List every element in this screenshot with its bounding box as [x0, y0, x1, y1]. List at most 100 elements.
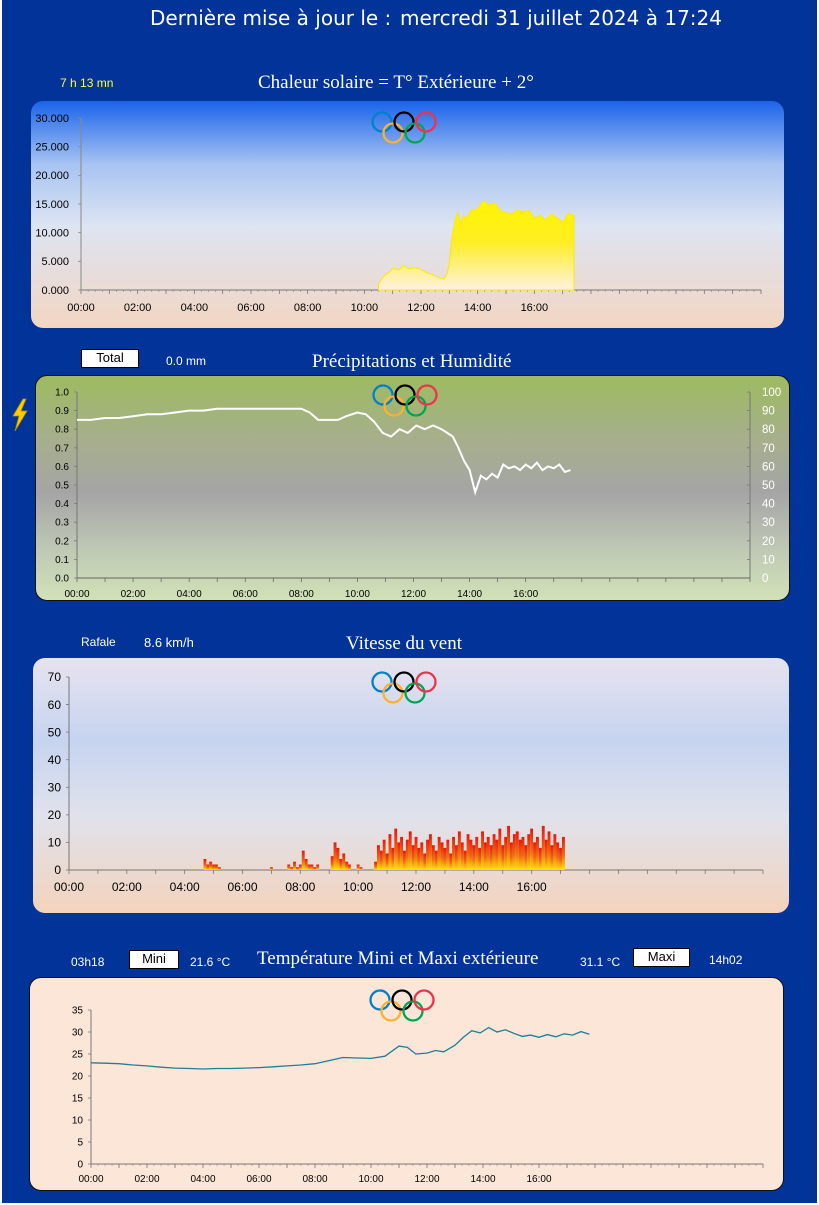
- olympic-ring-red: [413, 989, 435, 1011]
- y-tick-label: 15: [72, 1094, 84, 1105]
- wind-bar: [556, 842, 560, 870]
- solar-area-series: [378, 200, 575, 291]
- wind-bar: [507, 825, 510, 870]
- x-tick-label: 06:00: [246, 1174, 271, 1185]
- wind-bar: [298, 864, 302, 870]
- y-axis-left: 0.0 0.1 0.2 0.3 0.4 0.5 0.6 0.7 0.8 0.9 1.0: [55, 388, 78, 585]
- y-tick-label: 0: [762, 573, 768, 585]
- temp-max-value: 31.1 °C: [580, 955, 621, 969]
- x-tick-label: 12:00: [401, 880, 431, 894]
- wind-bar: [296, 867, 299, 870]
- y-tick-label: 80: [762, 424, 775, 436]
- olympic-ring-black: [394, 384, 416, 406]
- wind-bar: [374, 861, 377, 870]
- y-tick-label: 0.1: [55, 555, 69, 566]
- wind-bar: [463, 850, 467, 870]
- wind-bar: [310, 864, 314, 870]
- wind-bar: [391, 847, 395, 870]
- temp-chart-title: Température Mini et Maxi extérieure: [257, 948, 539, 969]
- wind-bar: [212, 864, 215, 870]
- wind-bar: [388, 834, 392, 870]
- x-tick-label: 14:00: [464, 302, 492, 314]
- wind-chart: 0 10 20 30 40 50 60 70 00:00 02:00 04:00 06:00 08:00…: [48, 670, 764, 894]
- wind-bar: [512, 834, 516, 870]
- update-label: Dernière mise à jour le :: [150, 6, 392, 30]
- wind-bar: [460, 842, 464, 870]
- y-tick-label: 50: [48, 725, 62, 739]
- wind-bar: [446, 839, 450, 870]
- solar-chart-title: Chaleur solaire = T° Extérieure + 2°: [258, 72, 534, 93]
- wind-bar: [437, 836, 441, 870]
- y-tick-label: 70: [762, 443, 775, 455]
- x-tick-label: 04:00: [177, 589, 202, 600]
- wind-bar: [293, 861, 296, 870]
- rain-total-value: 0.0 mm: [166, 354, 207, 368]
- y-tick-label: 0.000: [41, 285, 69, 297]
- y-tick-label: 60: [762, 461, 775, 473]
- olympic-rings-icon: [371, 671, 437, 704]
- wind-bar: [489, 845, 493, 870]
- wind-bar: [420, 842, 424, 870]
- wind-bar: [440, 842, 444, 870]
- wind-bar: [469, 839, 473, 870]
- x-tick-label: 00:00: [78, 1174, 103, 1185]
- y-axis-right: 0 10 20 30 40 50 60 70 80 90 100: [747, 387, 781, 585]
- x-axis: 00:00 02:00 04:00 06:00 08:00 10:00 12:00 14:00…: [78, 1163, 764, 1185]
- x-tick-label: 14:00: [470, 1174, 495, 1185]
- y-tick-label: 0.4: [55, 499, 69, 510]
- wind-bar: [455, 845, 458, 870]
- x-tick-label: 00:00: [64, 589, 89, 600]
- x-tick-label: 06:00: [233, 589, 258, 600]
- wind-bar: [475, 836, 479, 870]
- temp-min-time: 03h18: [71, 955, 105, 969]
- wind-bar: [530, 828, 534, 870]
- wind-bar: [339, 859, 343, 870]
- wind-bar: [495, 839, 499, 870]
- olympic-ring-red: [415, 671, 437, 693]
- y-tick-label: 0.6: [55, 462, 69, 473]
- temperature-chart: 0 5 10 15 20 25 30 35 00:00 02:00 04:00 06:00 08:00 1…: [72, 989, 764, 1185]
- olympic-ring-yellow: [383, 395, 405, 417]
- y-tick-label: 20.000: [35, 170, 69, 182]
- x-tick-label: 04:00: [190, 1174, 215, 1185]
- olympic-ring-blue: [371, 111, 393, 133]
- x-tick-label: 04:00: [181, 302, 209, 314]
- y-tick-label: 20: [48, 808, 62, 822]
- wind-bar: [484, 842, 487, 870]
- x-axis: 00:00 02:00 04:00 06:00 08:00 10:00 12:00 14:00…: [64, 577, 751, 600]
- y-tick-label: 15.000: [35, 199, 69, 211]
- y-tick-label: 50: [762, 480, 775, 492]
- wind-bar: [379, 850, 383, 870]
- x-tick-label: 16:00: [513, 589, 538, 600]
- wind-bar: [313, 867, 317, 870]
- rain-chart-title: Précipitations et Humidité: [312, 351, 512, 372]
- wind-bar: [206, 864, 210, 870]
- olympic-ring-yellow: [382, 682, 404, 704]
- y-tick-label: 0.5: [55, 481, 69, 492]
- olympic-ring-green: [404, 122, 426, 144]
- y-tick-label: 25.000: [35, 142, 69, 154]
- y-tick-label: 0.2: [55, 536, 69, 547]
- x-tick-label: 08:00: [289, 589, 314, 600]
- olympic-ring-blue: [372, 384, 394, 406]
- y-tick-label: 70: [48, 670, 62, 684]
- y-axis: 0 10 20 30 40 50 60 70: [48, 670, 70, 877]
- wind-bar: [486, 836, 490, 870]
- humidity-line-series: [77, 407, 571, 496]
- wind-bar: [553, 834, 557, 870]
- wind-bar: [515, 831, 519, 870]
- wind-bar: [449, 853, 453, 870]
- olympic-ring-green: [402, 1000, 424, 1022]
- wind-bar: [203, 859, 207, 870]
- temperature-line-series: [90, 1026, 590, 1070]
- wind-bar: [382, 839, 386, 870]
- y-tick-label: 90: [762, 406, 775, 418]
- wind-bar: [270, 867, 273, 870]
- wind-bar: [501, 845, 505, 870]
- y-tick-label: 0.0: [55, 574, 69, 585]
- wind-bar: [429, 834, 432, 870]
- temp-min-label: Mini: [129, 950, 179, 969]
- wind-bar: [287, 864, 291, 870]
- wind-bar: [504, 836, 508, 870]
- temp-chart-panel: 0 5 10 15 20 25 30 35 00:00 02:00 04:00 06:00 08:00 1…: [29, 977, 784, 1191]
